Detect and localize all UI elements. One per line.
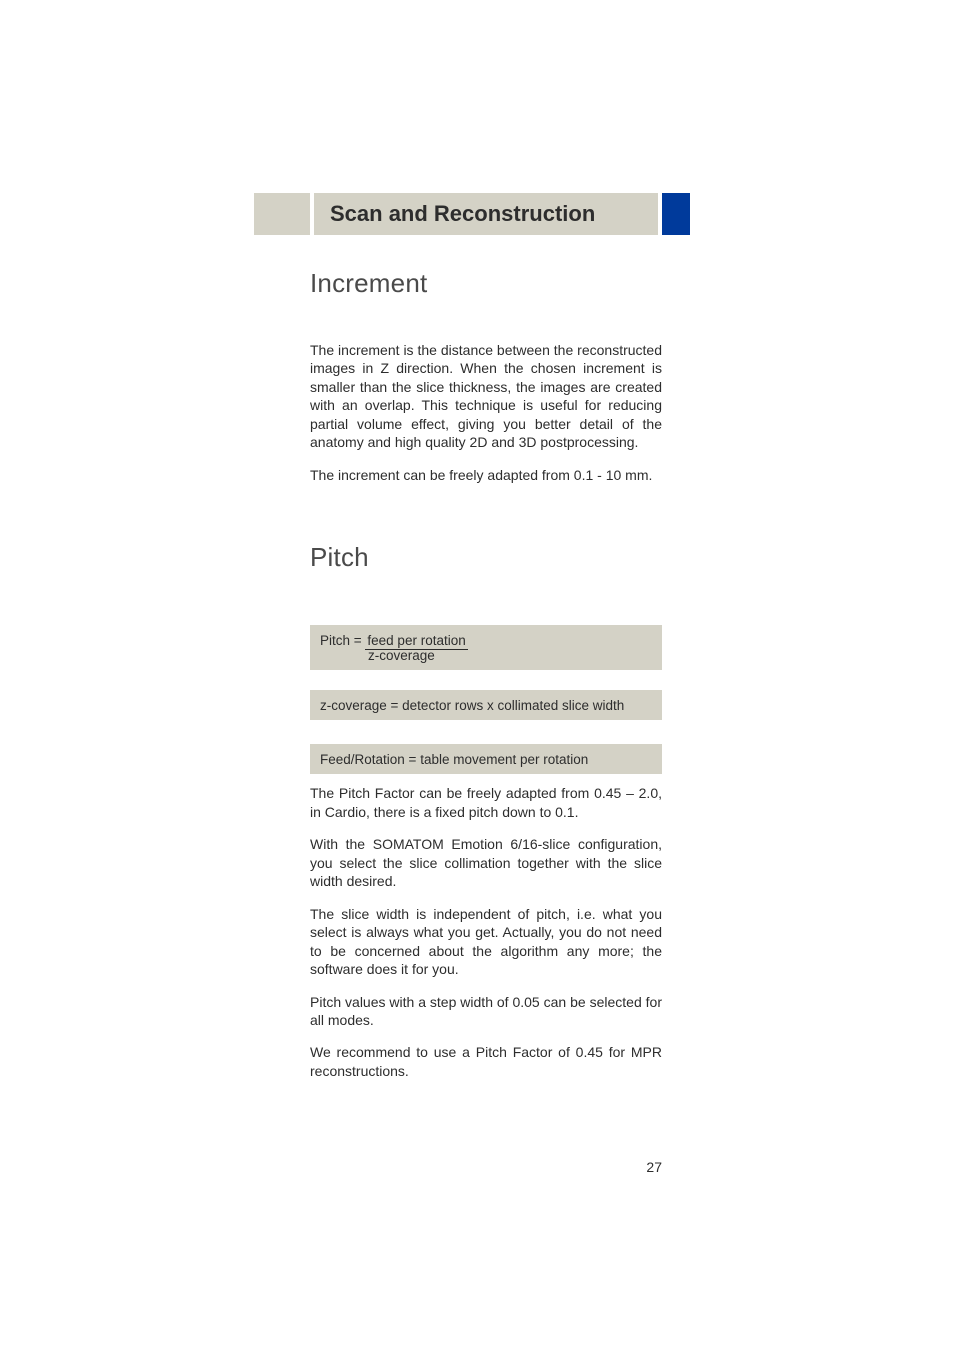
pitch-paragraph-1: The Pitch Factor can be freely adapted f… — [310, 784, 662, 821]
zcoverage-formula-box: z-coverage = detector rows x collimated … — [310, 690, 662, 720]
pitch-paragraph-3: The slice width is independent of pitch,… — [310, 905, 662, 979]
document-page: Scan and Reconstruction Increment The in… — [0, 0, 954, 1351]
pitch-paragraph-2: With the SOMATOM Emotion 6/16-slice conf… — [310, 835, 662, 890]
pitch-formula-label: Pitch = — [320, 633, 365, 648]
section-header: Scan and Reconstruction — [254, 193, 690, 235]
header-accent-chip — [662, 193, 690, 235]
pitch-formula-denominator: z-coverage — [320, 648, 652, 663]
pitch-paragraph-5: We recommend to use a Pitch Factor of 0.… — [310, 1043, 662, 1080]
increment-paragraph-2: The increment can be freely adapted from… — [310, 466, 662, 484]
feedrotation-formula-box: Feed/Rotation = table movement per rotat… — [310, 744, 662, 774]
page-number: 27 — [310, 1159, 662, 1175]
pitch-formula-box: Pitch = feed per rotation z-coverage — [310, 625, 662, 670]
pitch-paragraph-4: Pitch values with a step width of 0.05 c… — [310, 993, 662, 1030]
heading-increment: Increment — [310, 268, 662, 299]
page-content: Increment The increment is the distance … — [310, 268, 662, 1094]
section-title: Scan and Reconstruction — [314, 193, 658, 235]
increment-paragraph-1: The increment is the distance between th… — [310, 341, 662, 452]
header-spacer — [254, 193, 310, 235]
heading-pitch: Pitch — [310, 542, 662, 573]
